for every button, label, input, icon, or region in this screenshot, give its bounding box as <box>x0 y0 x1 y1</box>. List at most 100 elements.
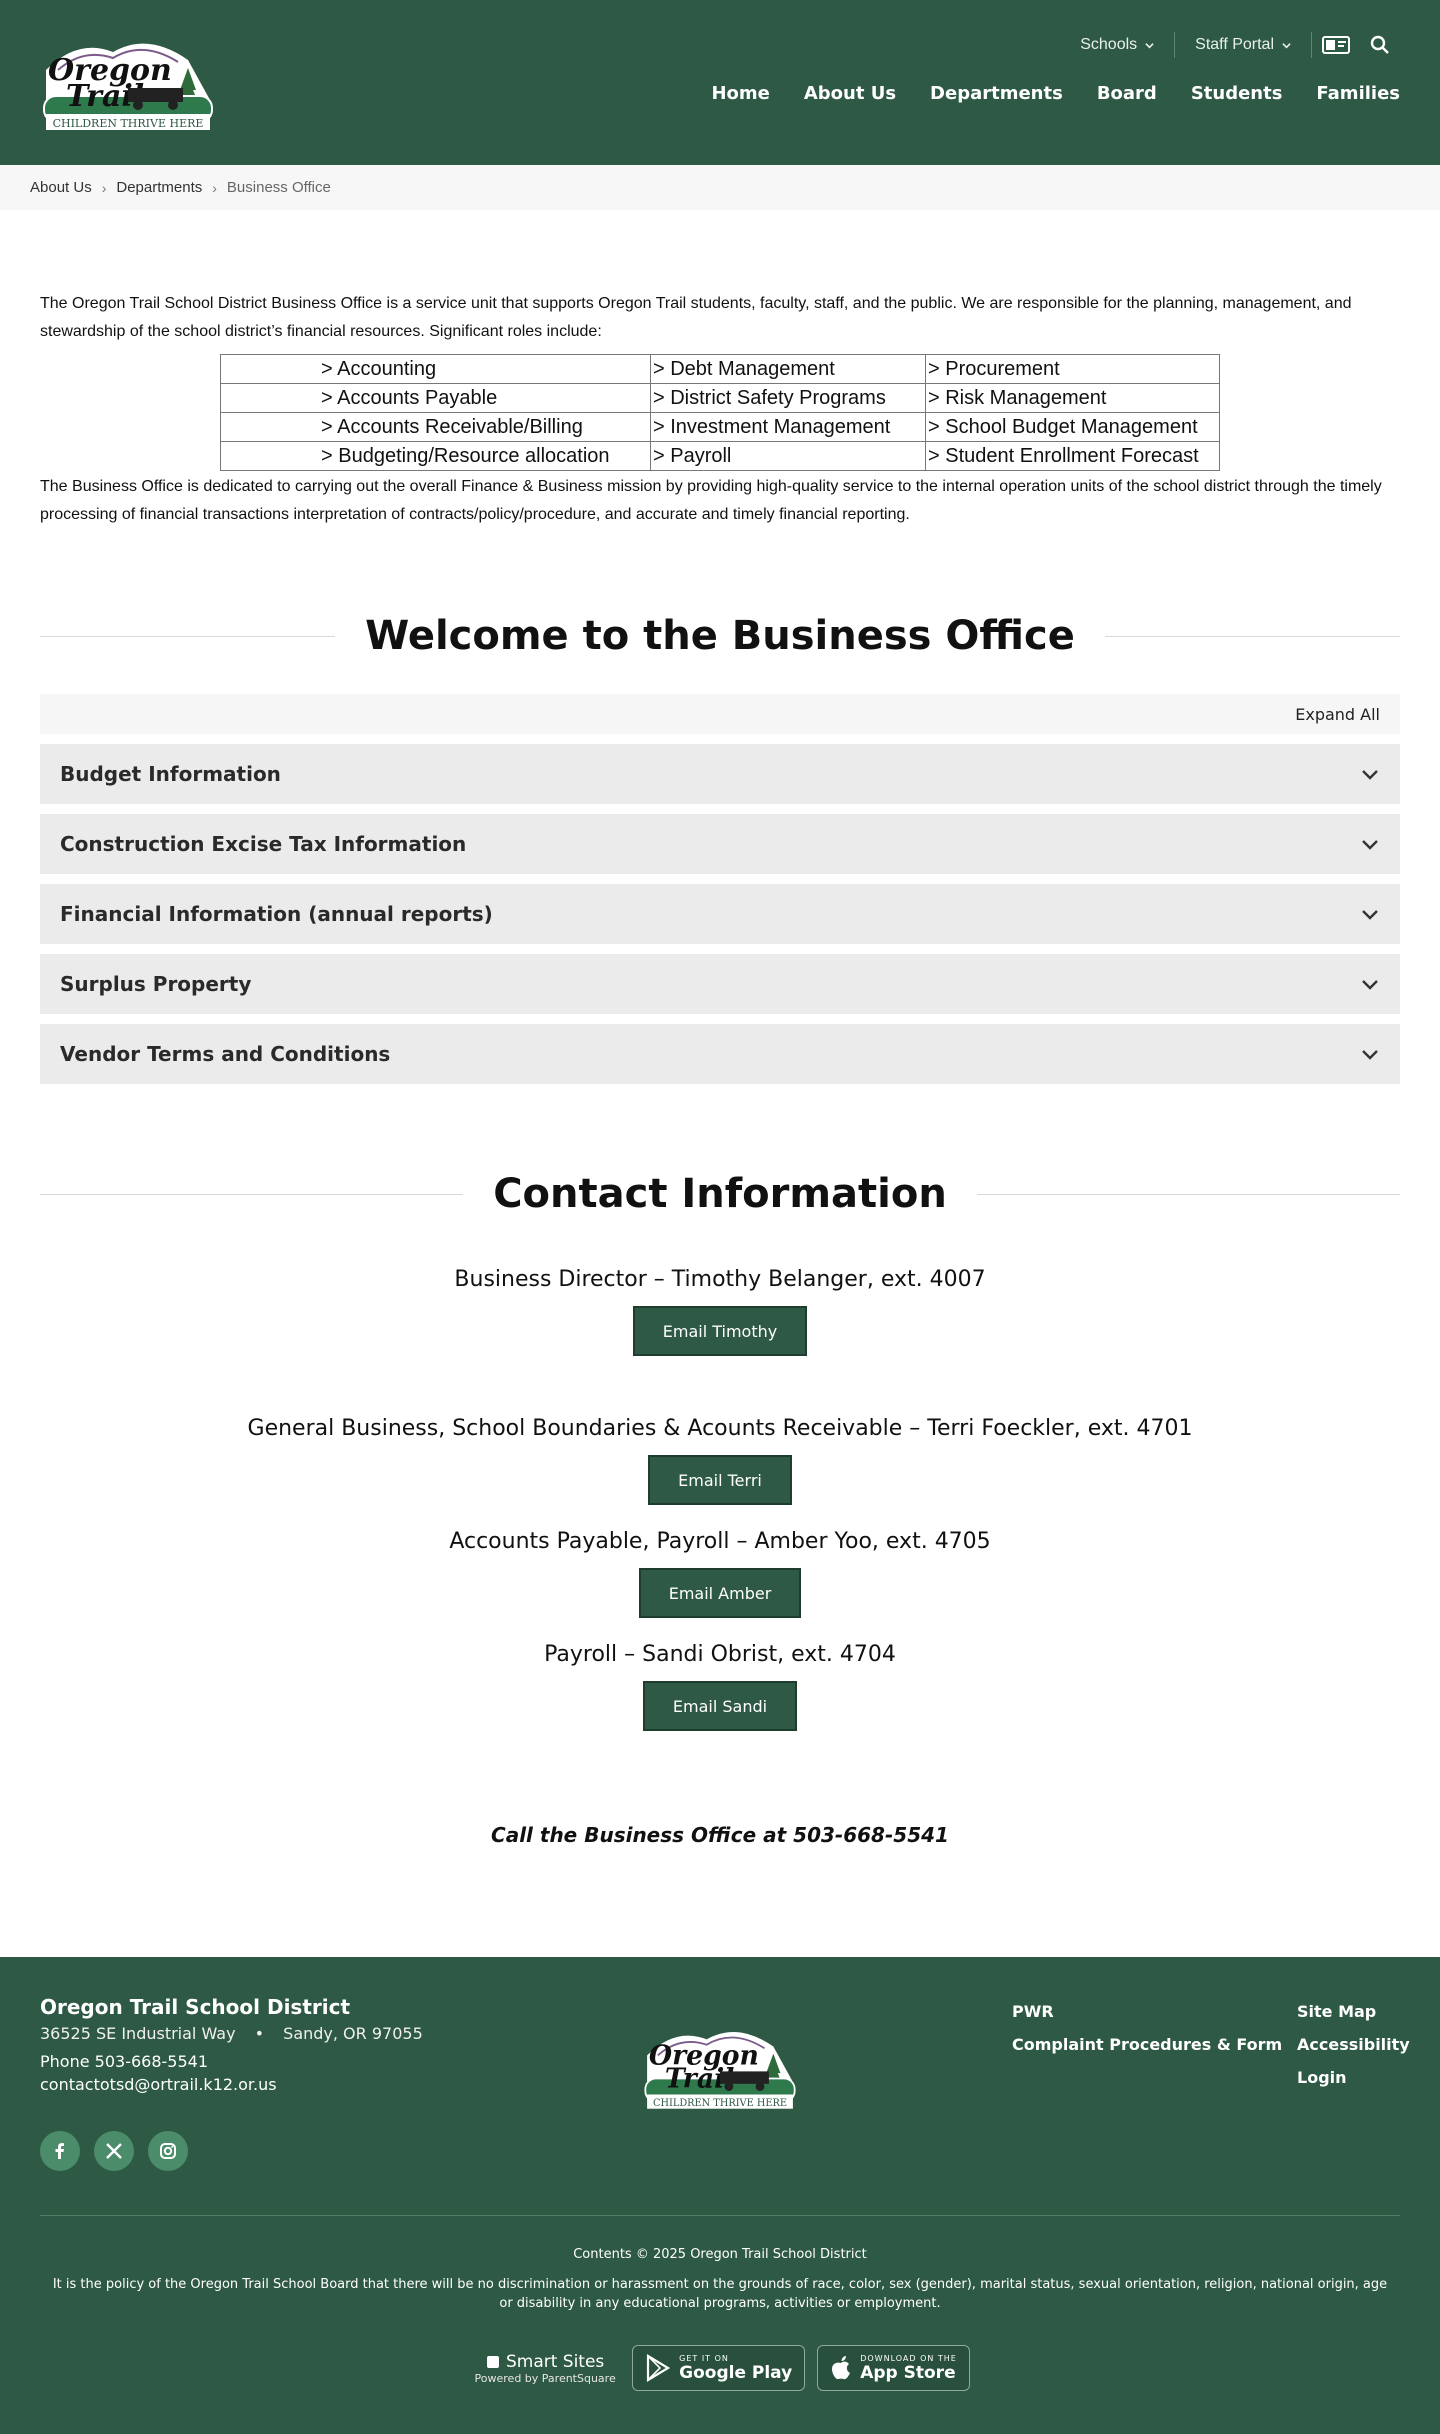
footer-city: Sandy, OR 97055 <box>283 2024 423 2043</box>
main-nav: Home About Us Departments Board Students… <box>711 83 1400 104</box>
footer-bullet: • <box>254 2024 265 2043</box>
nav-families[interactable]: Families <box>1316 83 1400 104</box>
nav-students[interactable]: Students <box>1191 83 1283 104</box>
table-cell: > Payroll <box>650 441 926 471</box>
schools-label: Schools <box>1080 36 1138 53</box>
footer-district-logo[interactable]: Oregon Trail CHILDREN THRIVE HERE <box>640 2019 800 2114</box>
contact-business-director: Business Director – Timothy Belanger, ex… <box>454 1267 986 1292</box>
accordion-surplus-property[interactable]: Surplus Property <box>40 954 1400 1014</box>
breadcrumb: About Us › Departments › Business Office <box>0 165 1440 210</box>
search-icon <box>1370 35 1389 54</box>
expand-all-button[interactable]: Expand All <box>1295 705 1380 724</box>
accordion-vendor-terms[interactable]: Vendor Terms and Conditions <box>40 1024 1400 1084</box>
accordion-title: Construction Excise Tax Information <box>60 832 467 856</box>
google-play-big: Google Play <box>679 2362 793 2383</box>
footer-divider <box>40 2215 1400 2216</box>
table-cell: > Accounts Receivable/Billing <box>220 412 651 442</box>
table-cell: > Investment Management <box>650 412 926 442</box>
search-button[interactable] <box>1360 35 1400 55</box>
smartsites-label: Smart Sites <box>505 2351 605 2372</box>
footer-phone[interactable]: Phone 503-668-5541 <box>40 2052 208 2071</box>
x-icon <box>106 2143 122 2159</box>
welcome-heading-row: Welcome to the Business Office <box>40 601 1400 671</box>
footer-street: 36525 SE Industrial Way <box>40 2024 236 2043</box>
main-content: The Oregon Trail School District Busines… <box>0 290 1440 1847</box>
translate-button[interactable] <box>1312 36 1360 54</box>
footer-district-name: Oregon Trail School District <box>40 1995 351 2019</box>
instagram-link[interactable] <box>148 2131 188 2171</box>
email-terri-button[interactable]: Email Terri <box>648 1455 792 1505</box>
app-store-badge[interactable]: DOWNLOAD ON THE App Store <box>817 2345 970 2391</box>
accordion-construction-excise-tax[interactable]: Construction Excise Tax Information <box>40 814 1400 874</box>
table-cell: > Accounting <box>220 354 651 384</box>
google-play-small: GET IT ON <box>679 2353 729 2363</box>
table-row: > Accounting > Debt Management > Procure… <box>220 354 1220 384</box>
district-logo[interactable]: Oregon Trail CHILDREN THRIVE HERE <box>38 30 218 135</box>
app-store-small: DOWNLOAD ON THE <box>860 2353 957 2363</box>
chevron-down-icon <box>1362 840 1378 850</box>
breadcrumb-about-us[interactable]: About Us <box>30 179 92 196</box>
footer-links-col1: PWR Complaint Procedures & Form <box>1012 1995 1282 2061</box>
staff-portal-label: Staff Portal <box>1195 36 1274 53</box>
breadcrumb-current: Business Office <box>226 179 331 196</box>
smartsites-badge[interactable]: Smart Sites Powered by ParentSquare <box>470 2352 620 2385</box>
svg-text:CHILDREN THRIVE HERE: CHILDREN THRIVE HERE <box>53 117 204 130</box>
table-cell: > Procurement <box>925 354 1220 384</box>
staff-portal-dropdown[interactable]: Staff Portal <box>1175 36 1311 54</box>
accordion-financial-information[interactable]: Financial Information (annual reports) <box>40 884 1400 944</box>
footer-link-site-map[interactable]: Site Map <box>1297 1995 1410 2028</box>
footer-link-login[interactable]: Login <box>1297 2061 1410 2094</box>
expand-bar: Expand All <box>40 694 1400 734</box>
footer-policy: It is the policy of the Oregon Trail Sch… <box>52 2277 1388 2311</box>
site-footer: Oregon Trail School District 36525 SE In… <box>0 1957 1440 2434</box>
apple-icon <box>832 2356 851 2380</box>
table-cell: > Accounts Payable <box>220 383 651 413</box>
table-cell: > Risk Management <box>925 383 1220 413</box>
table-cell: > Budgeting/Resource allocation <box>220 441 651 471</box>
email-sandi-button[interactable]: Email Sandi <box>642 1681 798 1731</box>
email-timothy-button[interactable]: Email Timothy <box>632 1306 808 1356</box>
table-cell: > District Safety Programs <box>650 383 926 413</box>
accordion-title: Vendor Terms and Conditions <box>60 1042 391 1066</box>
email-amber-button[interactable]: Email Amber <box>638 1568 802 1618</box>
utility-nav: Schools Staff Portal <box>1060 30 1400 60</box>
call-business-office: Call the Business Office at 503-668-5541 <box>491 1823 949 1847</box>
nav-board[interactable]: Board <box>1097 83 1157 104</box>
chevron-down-icon <box>1362 1050 1378 1060</box>
powered-by-label: Powered by ParentSquare <box>474 2371 616 2385</box>
contact-heading: Contact Information <box>463 1171 977 1217</box>
accordion-budget-information[interactable]: Budget Information <box>40 744 1400 804</box>
table-cell: > Student Enrollment Forecast <box>925 441 1220 471</box>
instagram-icon <box>160 2143 176 2159</box>
table-row: > Accounts Payable > District Safety Pro… <box>220 383 1220 413</box>
table-cell: > Debt Management <box>650 354 926 384</box>
footer-link-complaint[interactable]: Complaint Procedures & Form <box>1012 2028 1282 2061</box>
footer-email[interactable]: contactotsd@ortrail.k12.or.us <box>40 2075 277 2094</box>
google-play-badge[interactable]: GET IT ON Google Play <box>632 2345 806 2391</box>
chevron-down-icon <box>1282 42 1291 48</box>
translate-icon <box>1322 36 1350 54</box>
app-store-big: App Store <box>860 2362 956 2383</box>
accordion-title: Budget Information <box>60 762 281 786</box>
chevron-right-icon: › <box>101 179 107 196</box>
facebook-icon <box>55 2143 64 2159</box>
contact-heading-row: Contact Information <box>40 1159 1400 1229</box>
chevron-down-icon <box>1145 42 1154 48</box>
google-play-icon <box>647 2354 671 2382</box>
welcome-heading: Welcome to the Business Office <box>335 613 1105 659</box>
footer-link-pwr[interactable]: PWR <box>1012 1995 1282 2028</box>
footer-links-col2: Site Map Accessibility Login <box>1297 1995 1410 2094</box>
table-row: > Budgeting/Resource allocation > Payrol… <box>220 441 1220 471</box>
x-link[interactable] <box>94 2131 134 2171</box>
nav-departments[interactable]: Departments <box>930 83 1063 104</box>
breadcrumb-departments[interactable]: Departments <box>116 179 202 196</box>
footer-copyright: Contents © 2025 Oregon Trail School Dist… <box>573 2247 867 2262</box>
accordion-title: Financial Information (annual reports) <box>60 902 493 926</box>
facebook-link[interactable] <box>40 2131 80 2171</box>
nav-about-us[interactable]: About Us <box>804 83 896 104</box>
contact-general-business: General Business, School Boundaries & Ac… <box>247 1416 1193 1441</box>
nav-home[interactable]: Home <box>711 83 769 104</box>
chevron-down-icon <box>1362 770 1378 780</box>
footer-link-accessibility[interactable]: Accessibility <box>1297 2028 1410 2061</box>
schools-dropdown[interactable]: Schools <box>1060 36 1174 54</box>
